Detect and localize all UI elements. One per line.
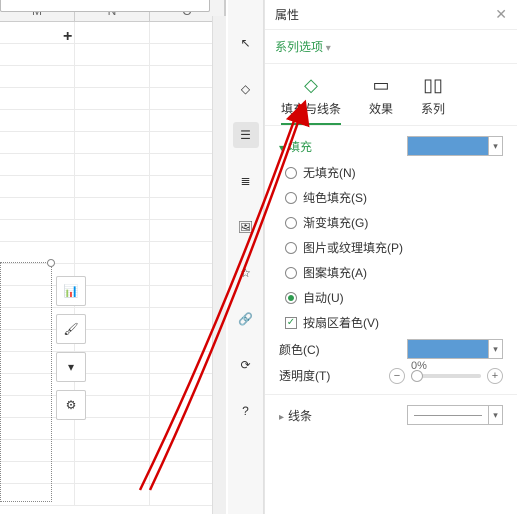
list-icon: ≣ [240, 174, 250, 188]
tab-label: 系列 [421, 100, 445, 117]
series-icon: ▯▯ [422, 74, 444, 96]
polygon-icon: ◇ [241, 82, 250, 96]
fill-none-radio[interactable]: 无填充(N) [285, 164, 503, 181]
option-label: 按扇区着色(V) [303, 314, 379, 331]
help-icon: ? [242, 404, 249, 418]
image-icon: 🖼 [238, 220, 253, 234]
tab-series[interactable]: ▯▯ 系列 [421, 74, 445, 125]
gear-icon: ⚙ [66, 398, 77, 412]
section-title: 线条 [288, 409, 312, 423]
fill-solid-radio[interactable]: 纯色填充(S) [285, 189, 503, 206]
numlist-tool-button[interactable]: ≣ [233, 168, 259, 194]
vertical-scrollbar[interactable] [212, 16, 226, 514]
panel-title: 属性 [275, 6, 299, 23]
line-style-dropdown[interactable]: ▾ [407, 405, 503, 425]
transparency-plus-button[interactable]: + [487, 368, 503, 384]
chevron-down-icon: ▾ [488, 137, 502, 155]
line-section-header[interactable]: ▸ 线条 ▾ [279, 405, 503, 425]
color-label: 颜色(C) [279, 341, 320, 358]
tab-label: 效果 [369, 100, 393, 117]
star-icon: ☆ [240, 266, 251, 280]
chart-settings-button[interactable]: ⚙ [56, 390, 86, 420]
select-tool-button[interactable]: ↖ [233, 30, 259, 56]
cell-cursor-icon: + [63, 28, 72, 46]
shape-tool-button[interactable]: ◇ [233, 76, 259, 102]
help-tool-button[interactable]: ? [233, 398, 259, 424]
fill-section-header[interactable]: ▾ 填充 ▾ [279, 136, 503, 156]
option-label: 图案填充(A) [303, 264, 367, 281]
chart-filters-button[interactable]: ▾ [56, 352, 86, 382]
option-label: 无填充(N) [303, 164, 356, 181]
panel-header: 属性 ✕ [265, 0, 517, 30]
option-label: 自动(U) [303, 289, 344, 306]
section-title: 填充 [288, 140, 312, 154]
cursor-icon: ↖ [240, 36, 250, 50]
fill-pattern-radio[interactable]: 图案填充(A) [285, 264, 503, 281]
tab-effects[interactable]: ▭ 效果 [369, 74, 393, 125]
favorite-tool-button[interactable]: ☆ [233, 260, 259, 286]
chevron-down-icon: ▾ [279, 143, 284, 154]
slider-thumb[interactable] [411, 370, 423, 382]
link-icon: 🔗 [238, 312, 253, 326]
resize-handle-icon[interactable] [47, 259, 55, 267]
option-label: 渐变填充(G) [303, 214, 368, 231]
paint-bucket-icon: ◇ [300, 74, 322, 96]
option-label: 纯色填充(S) [303, 189, 367, 206]
chevron-right-icon: ▸ [279, 412, 284, 423]
slider-tool-button[interactable]: ☰ [233, 122, 259, 148]
option-label: 图片或纹理填充(P) [303, 239, 403, 256]
chevron-down-icon: ▾ [488, 406, 502, 424]
formula-input[interactable] [0, 0, 210, 12]
line-section: ▸ 线条 ▾ [265, 394, 517, 443]
bar-chart-icon: 📊 [64, 284, 79, 298]
tab-label: 填充与线条 [281, 100, 341, 117]
sliders-icon: ☰ [240, 128, 251, 142]
properties-panel: 属性 ✕ 系列选项 ◇ 填充与线条 ▭ 效果 ▯▯ 系列 ▾ 填充 ▾ 无填充(N… [264, 0, 517, 514]
fill-section: ▾填充 ▾ 无填充(N) 纯色填充(S) 渐变填充(G) 图片或纹理填充(P) … [265, 125, 517, 394]
panel-tabs: ◇ 填充与线条 ▭ 效果 ▯▯ 系列 [265, 64, 517, 125]
effects-icon: ▭ [370, 74, 392, 96]
fill-gradient-radio[interactable]: 渐变填充(G) [285, 214, 503, 231]
link-tool-button[interactable]: 🔗 [233, 306, 259, 332]
side-toolbar: ↖ ◇ ☰ ≣ 🖼 ☆ 🔗 ⟳ ? [228, 0, 264, 514]
transparency-slider[interactable]: 0% [411, 374, 481, 378]
spreadsheet-area: M N O + 📊 🖌 ▾ ⚙ [0, 0, 226, 514]
chevron-down-icon: ▾ [488, 340, 502, 358]
chart-elements-button[interactable]: 📊 [56, 276, 86, 306]
series-options-dropdown[interactable]: 系列选项 [275, 40, 331, 54]
transparency-label: 透明度(T) [279, 367, 330, 384]
vary-colors-checkbox[interactable]: ✓按扇区着色(V) [285, 314, 503, 331]
backup-tool-button[interactable]: ⟳ [233, 352, 259, 378]
chart-selection-frame[interactable] [0, 262, 52, 502]
cloud-icon: ⟳ [240, 358, 250, 372]
chart-floating-toolbar: 📊 🖌 ▾ ⚙ [56, 276, 86, 420]
close-icon[interactable]: ✕ [495, 6, 507, 23]
tab-fill-line[interactable]: ◇ 填充与线条 [281, 74, 341, 125]
fill-picture-radio[interactable]: 图片或纹理填充(P) [285, 239, 503, 256]
fill-color-dropdown[interactable]: ▾ [407, 136, 503, 156]
fill-auto-radio[interactable]: 自动(U) [285, 289, 503, 306]
chart-styles-button[interactable]: 🖌 [56, 314, 86, 344]
image-tool-button[interactable]: 🖼 [233, 214, 259, 240]
transparency-minus-button[interactable]: − [389, 368, 405, 384]
series-color-dropdown[interactable]: ▾ [407, 339, 503, 359]
funnel-icon: ▾ [68, 360, 74, 374]
brush-icon: 🖌 [63, 322, 78, 336]
